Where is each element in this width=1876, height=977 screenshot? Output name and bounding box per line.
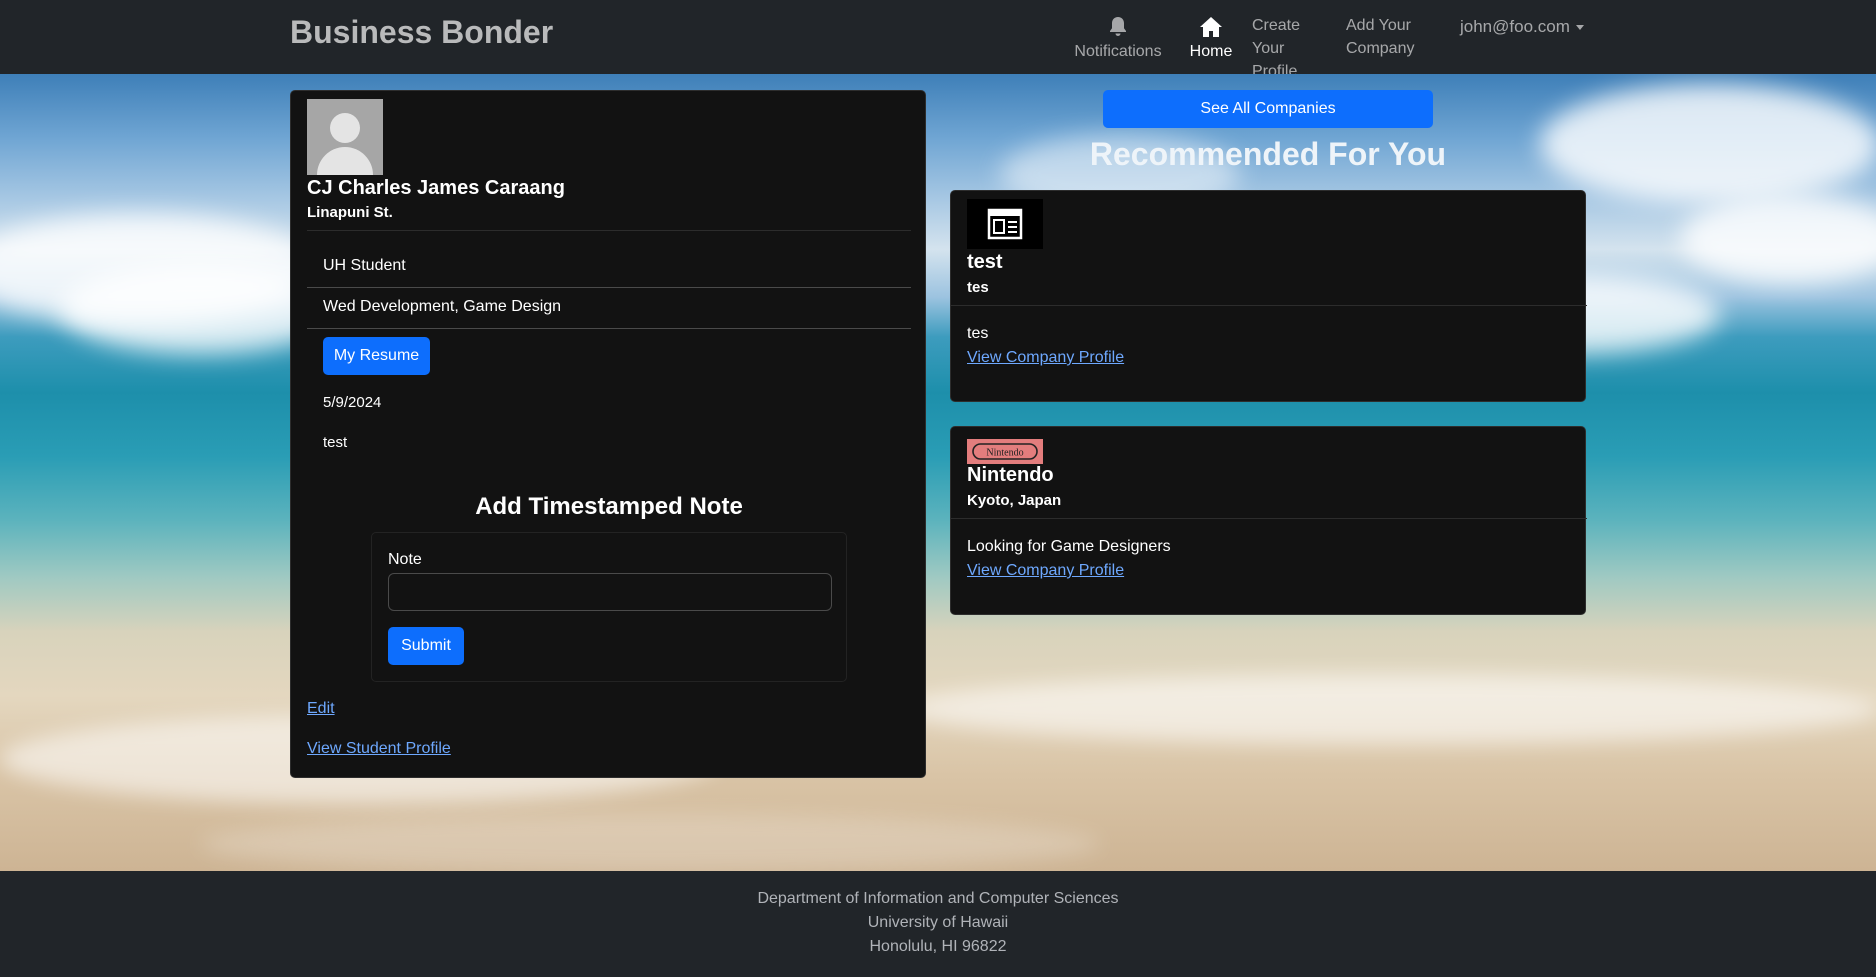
company-name: test — [967, 251, 1003, 273]
caret-down-icon — [1575, 25, 1584, 31]
bell-icon — [1070, 16, 1166, 40]
navbar: Business Bonder Notifications Home Creat… — [0, 0, 1876, 80]
student-interests: Wed Development, Game Design — [323, 298, 562, 315]
note-input[interactable] — [388, 573, 832, 611]
nav-home-label: Home — [1189, 43, 1233, 60]
newspaper-icon — [967, 199, 1043, 249]
user-dropdown[interactable]: john@foo.com — [1460, 15, 1584, 38]
company-description: Looking for Game Designers — [967, 538, 1171, 555]
footer: Department of Information and Computer S… — [0, 871, 1876, 977]
footer-line-2: University of Hawaii — [867, 914, 1009, 931]
view-company-profile-link[interactable]: View Company Profile — [967, 349, 1124, 367]
nav-notifications[interactable]: Notifications — [1070, 16, 1166, 63]
nav-add-company-label-1: Add Your — [1346, 17, 1411, 34]
note-text: test — [323, 434, 348, 451]
student-address: Linapuni St. — [307, 204, 393, 221]
footer-line-3: Honolulu, HI 96822 — [869, 938, 1007, 955]
nav-create-profile[interactable]: Create Your Profile — [1252, 14, 1336, 83]
nav-home[interactable]: Home — [1180, 16, 1242, 63]
student-name: CJ Charles James Caraang — [307, 177, 565, 199]
view-company-profile-link[interactable]: View Company Profile — [967, 562, 1124, 580]
see-all-companies-button[interactable]: See All Companies — [1103, 90, 1433, 128]
add-note-title: Add Timestamped Note — [475, 493, 743, 520]
edit-link[interactable]: Edit — [307, 700, 335, 718]
student-card: CJ Charles James Caraang Linapuni St. UH… — [290, 90, 926, 778]
company-name: Nintendo — [967, 464, 1054, 486]
user-email: john@foo.com — [1460, 17, 1570, 36]
view-student-profile-link[interactable]: View Student Profile — [307, 740, 451, 758]
beach-background — [0, 74, 1876, 871]
nav-add-company[interactable]: Add Your Company — [1346, 14, 1426, 60]
company-description: tes — [967, 325, 989, 342]
nintendo-logo: Nintendo — [967, 439, 1043, 464]
company-card: test tes tes View Company Profile — [950, 190, 1587, 402]
company-location: Kyoto, Japan — [967, 492, 1062, 509]
footer-line-1: Department of Information and Computer S… — [757, 890, 1119, 907]
recommended-title: Recommended For You — [1089, 136, 1447, 172]
add-note-form: Note Submit — [371, 532, 847, 682]
submit-button[interactable]: Submit — [388, 627, 464, 665]
house-icon — [1180, 16, 1242, 40]
nav-notifications-label: Notifications — [1074, 43, 1162, 60]
my-resume-button[interactable]: My Resume — [323, 337, 430, 375]
company-card: Nintendo Nintendo Kyoto, Japan Looking f… — [950, 426, 1587, 615]
company-location: tes — [967, 279, 989, 296]
nav-create-profile-label-1: Create Your — [1252, 17, 1301, 57]
nav-add-company-label-2: Company — [1346, 40, 1415, 57]
note-label: Note — [388, 551, 422, 568]
note-date: 5/9/2024 — [323, 394, 382, 411]
brand-logo[interactable]: Business Bonder — [290, 14, 553, 51]
student-title: UH Student — [323, 257, 406, 274]
nintendo-logo-text: Nintendo — [986, 448, 1023, 459]
avatar — [307, 99, 383, 175]
